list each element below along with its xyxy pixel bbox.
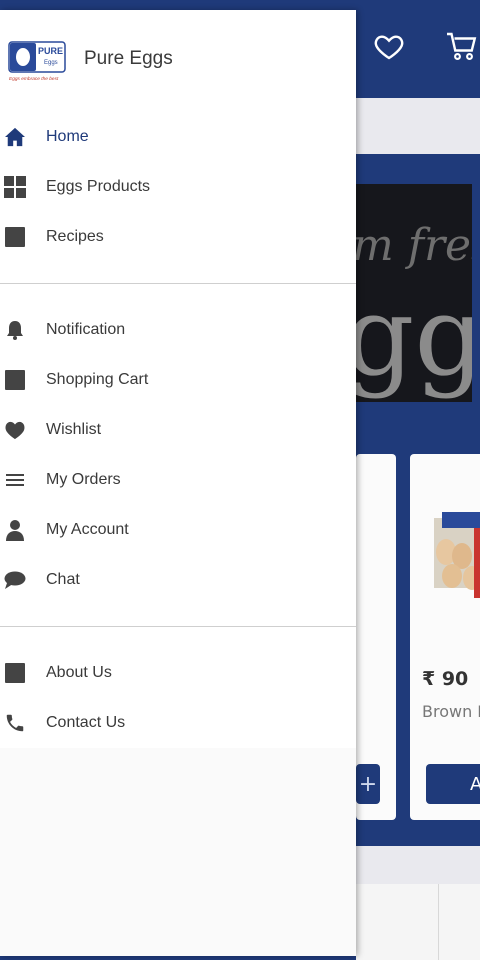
banner-script-text: m fres (356, 220, 472, 271)
pure-eggs-logo[interactable]: PURE Eggs Eggs embrace the best (8, 40, 68, 84)
menu-item-label: Contact Us (46, 714, 126, 731)
menu-item-label: Eggs Products (46, 178, 151, 195)
add-to-cart-button[interactable]: + (356, 764, 380, 804)
menu-item-label: About Us (46, 664, 112, 681)
menu-item-chat[interactable]: Chat (0, 555, 356, 605)
recipes-icon (4, 226, 26, 248)
status-bar (0, 0, 480, 10)
menu-item-eggs-products[interactable]: Eggs Products (0, 162, 356, 212)
menu-item-label: My Orders (46, 471, 121, 488)
bottom-divider (438, 884, 439, 960)
navigation-drawer: PURE Eggs Eggs embrace the best Pure Egg… (0, 10, 356, 956)
add-to-cart-button[interactable]: A (426, 764, 480, 804)
info-square-icon (4, 662, 26, 684)
menu-item-home[interactable]: Home (0, 112, 356, 162)
menu-item-notification[interactable]: Notification (0, 305, 356, 355)
cart-square-icon (4, 369, 26, 391)
chat-bubble-icon (4, 569, 26, 591)
menu-item-label: Notification (46, 321, 126, 338)
menu-item-my-account[interactable]: My Account (0, 505, 356, 555)
person-icon (4, 519, 26, 541)
bottom-area (356, 884, 480, 960)
menu-item-wishlist[interactable]: Wishlist (0, 405, 356, 455)
menu-item-contact-us[interactable]: Contact Us (0, 698, 356, 748)
list-icon (4, 469, 26, 491)
heart-icon (4, 419, 26, 441)
menu-item-label: Home (46, 128, 89, 145)
brand-name: Pure Eggs (84, 48, 173, 69)
add-label: A (470, 773, 480, 795)
banner-image[interactable]: m fres ggs (356, 184, 472, 402)
menu-divider (0, 283, 356, 284)
logo-tagline: Eggs embrace the best (9, 76, 59, 82)
product-price: ₹ 90 (422, 668, 469, 690)
search-area[interactable] (356, 98, 480, 154)
menu-item-label: Wishlist (46, 421, 102, 438)
menu-item-about-us[interactable]: About Us (0, 648, 356, 698)
plus-label: + (358, 771, 378, 797)
logo-text: PURE (38, 46, 63, 56)
menu-item-label: Recipes (46, 228, 104, 245)
menu-item-shopping-cart[interactable]: Shopping Cart (0, 355, 356, 405)
logo-subtext: Eggs (44, 60, 58, 66)
grid-icon (4, 176, 26, 198)
menu-item-my-orders[interactable]: My Orders (0, 455, 356, 505)
menu-item-label: Shopping Cart (46, 371, 149, 388)
banner-big-text: ggs (356, 272, 472, 400)
menu-item-label: My Account (46, 521, 129, 538)
cart-header-icon[interactable] (444, 28, 480, 68)
egg-box-image (434, 512, 480, 598)
home-icon (4, 126, 26, 148)
bottom-strip (356, 846, 480, 884)
menu-divider (0, 626, 356, 627)
phone-icon (4, 712, 26, 734)
menu-item-recipes[interactable]: Recipes (0, 212, 356, 262)
product-name: Brown E (422, 702, 480, 721)
wishlist-header-icon[interactable] (372, 30, 406, 66)
bell-icon (4, 319, 26, 341)
menu-item-label: Chat (46, 571, 80, 588)
